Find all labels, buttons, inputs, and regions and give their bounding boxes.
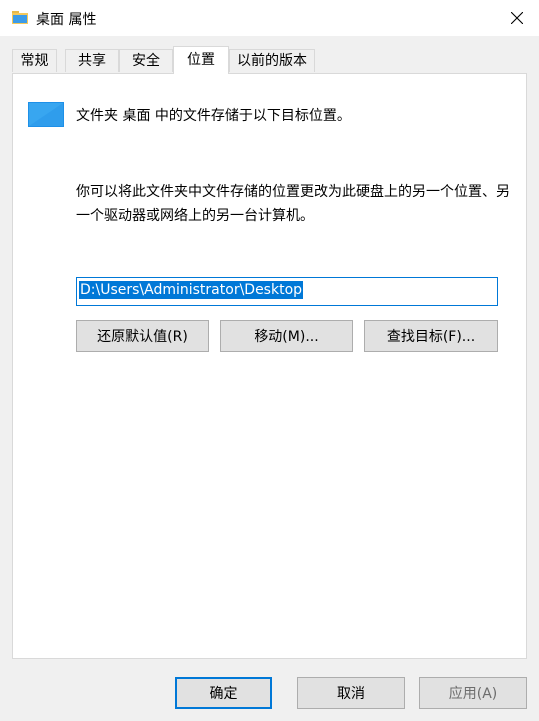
- path-value: D:\Users\Administrator\Desktop: [79, 281, 304, 299]
- tab-sharing[interactable]: 共享: [65, 49, 119, 72]
- location-description: 文件夹 桌面 中的文件存储于以下目标位置。: [76, 108, 351, 124]
- close-button[interactable]: [495, 0, 539, 36]
- window-title: 桌面 属性: [36, 12, 97, 28]
- path-input[interactable]: D:\Users\Administrator\Desktop: [76, 277, 498, 306]
- find-target-button[interactable]: 查找目标(F)...: [364, 320, 498, 352]
- location-instructions: 你可以将此文件夹中文件存储的位置更改为此硬盘上的另一个位置、另一个驱动器或网络上…: [76, 184, 510, 224]
- cancel-button[interactable]: 取消: [297, 677, 405, 709]
- restore-default-button[interactable]: 还原默认值(R): [76, 320, 209, 352]
- move-button[interactable]: 移动(M)...: [220, 320, 353, 352]
- apply-button[interactable]: 应用(A): [419, 677, 527, 709]
- tab-general[interactable]: 常规: [12, 49, 57, 72]
- tab-previous-versions[interactable]: 以前的版本: [229, 49, 315, 72]
- location-panel: 文件夹 桌面 中的文件存储于以下目标位置。 你可以将此文件夹中文件存储的位置更改…: [12, 73, 527, 659]
- close-icon: [511, 12, 523, 24]
- tab-location[interactable]: 位置: [173, 46, 229, 74]
- ok-button[interactable]: 确定: [175, 677, 272, 709]
- title-bar: 桌面 属性: [0, 0, 539, 36]
- folder-icon: [12, 11, 28, 24]
- tab-security[interactable]: 安全: [119, 49, 173, 72]
- desktop-folder-icon: [28, 102, 64, 127]
